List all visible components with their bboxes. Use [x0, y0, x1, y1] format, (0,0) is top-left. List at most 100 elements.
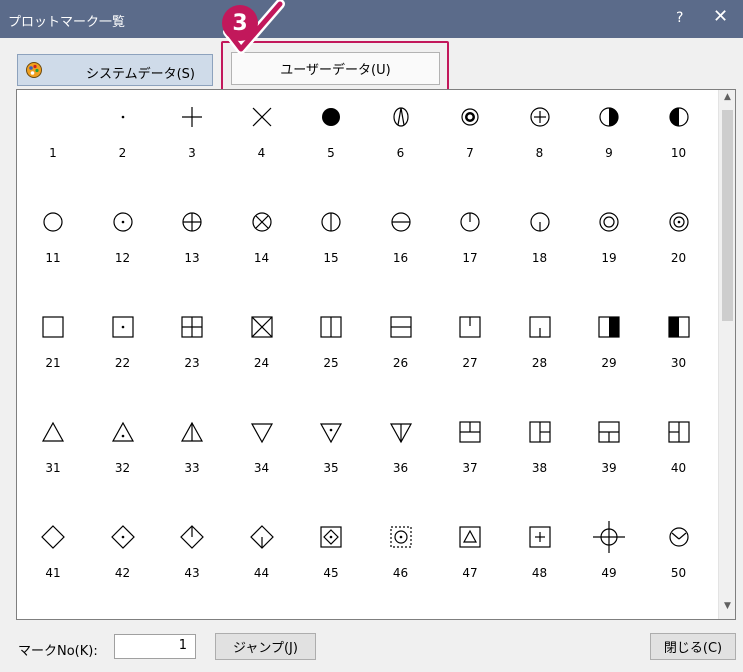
mark-no-input[interactable]: 1 — [114, 634, 196, 659]
close-window-button[interactable]: ✕ — [713, 7, 728, 27]
mark-cell-16[interactable]: 16 — [366, 195, 436, 295]
mark-number: 33 — [184, 461, 200, 475]
mark-cell-30[interactable]: 30 — [644, 300, 714, 400]
plot-mark-icon — [43, 212, 63, 232]
mark-cell-11[interactable]: 11 — [18, 195, 88, 295]
close-button[interactable]: 閉じる(C) — [650, 633, 736, 660]
mark-cell-9[interactable]: 9 — [574, 90, 644, 190]
plot-mark-icon — [181, 316, 203, 338]
mark-cell-21[interactable]: 21 — [18, 300, 88, 400]
mark-cell-47[interactable]: 47 — [435, 510, 505, 610]
mark-cell-1[interactable]: 1 — [18, 90, 88, 190]
plot-mark-icon — [320, 526, 342, 548]
mark-number: 36 — [392, 461, 409, 475]
mark-cell-38[interactable]: 38 — [505, 405, 575, 505]
plot-mark-icon — [598, 421, 620, 443]
window-title: プロットマーク一覧 — [8, 15, 126, 30]
mark-cell-13[interactable]: 13 — [157, 195, 227, 295]
plot-mark-icon — [598, 316, 620, 338]
tab-system-data[interactable]: システムデータ(S) — [17, 54, 213, 86]
mark-cell-2[interactable]: 2 — [88, 90, 158, 190]
plot-mark-icon — [252, 107, 271, 127]
mark-number: 1 — [49, 146, 57, 160]
mark-cell-15[interactable]: 15 — [296, 195, 366, 295]
mark-cell-17[interactable]: 17 — [435, 195, 505, 295]
jump-button[interactable]: ジャンプ(J) — [215, 633, 316, 660]
mark-cell-40[interactable]: 40 — [644, 405, 714, 505]
plot-mark-icon — [112, 212, 133, 232]
mark-cell-23[interactable]: 23 — [157, 300, 227, 400]
mark-cell-20[interactable]: 20 — [644, 195, 714, 295]
mark-cell-44[interactable]: 44 — [227, 510, 297, 610]
mark-number: 39 — [601, 461, 617, 475]
mark-cell-32[interactable]: 32 — [88, 405, 158, 505]
mark-cell-5[interactable]: 5 — [296, 90, 366, 190]
mark-number: 3 — [188, 146, 196, 160]
plot-mark-icon — [111, 421, 134, 442]
scroll-thumb[interactable] — [722, 110, 733, 321]
mark-number: 37 — [462, 461, 478, 475]
mark-cell-14[interactable]: 14 — [227, 195, 297, 295]
mark-number: 30 — [670, 356, 687, 370]
tab-user-data[interactable]: ユーザーデータ(U) — [231, 52, 440, 85]
mark-cell-39[interactable]: 39 — [574, 405, 644, 505]
mark-cell-36[interactable]: 36 — [366, 405, 436, 505]
mark-cell-3[interactable]: 3 — [157, 90, 227, 190]
mark-cell-24[interactable]: 24 — [227, 300, 297, 400]
mark-cell-34[interactable]: 34 — [227, 405, 297, 505]
mark-cell-49[interactable]: 49 — [574, 510, 644, 610]
mark-cell-7[interactable]: 7 — [435, 90, 505, 190]
mark-number: 12 — [114, 251, 131, 265]
mark-grid[interactable]: 1 2 3 4 5 6 7 8 9 10 11 12 13 14 15 16 17 18 19 20 21 22 23 24 2… — [16, 89, 736, 620]
plot-mark-icon — [459, 316, 481, 338]
mark-number: 48 — [531, 566, 548, 580]
plot-mark-icon — [392, 107, 409, 127]
tab-user-label: ユーザーデータ(U) — [280, 63, 391, 78]
scroll-down-icon[interactable]: ▼ — [719, 601, 735, 615]
mark-number: 46 — [392, 566, 409, 580]
mark-cell-35[interactable]: 35 — [296, 405, 366, 505]
mark-cell-4[interactable]: 4 — [227, 90, 297, 190]
mark-cell-10[interactable]: 10 — [644, 90, 714, 190]
mark-cell-27[interactable]: 27 — [435, 300, 505, 400]
mark-cell-8[interactable]: 8 — [505, 90, 575, 190]
mark-cell-19[interactable]: 19 — [574, 195, 644, 295]
mark-number: 16 — [392, 251, 409, 265]
mark-cell-22[interactable]: 22 — [88, 300, 158, 400]
plot-mark-icon — [667, 316, 690, 338]
mark-cell-28[interactable]: 28 — [505, 300, 575, 400]
plot-mark-icon — [389, 423, 412, 444]
mark-cell-33[interactable]: 33 — [157, 405, 227, 505]
mark-number: 9 — [605, 146, 613, 160]
mark-cell-45[interactable]: 45 — [296, 510, 366, 610]
mark-number: 20 — [670, 251, 687, 265]
plot-mark-icon — [322, 108, 340, 126]
mark-cell-37[interactable]: 37 — [435, 405, 505, 505]
mark-cell-25[interactable]: 25 — [296, 300, 366, 400]
mark-number: 29 — [601, 356, 617, 370]
help-button[interactable]: ? — [676, 10, 683, 26]
mark-cell-18[interactable]: 18 — [505, 195, 575, 295]
mark-number: 23 — [184, 356, 200, 370]
mark-number: 2 — [118, 146, 127, 160]
mark-cell-42[interactable]: 42 — [88, 510, 158, 610]
plot-mark-icon — [41, 105, 65, 129]
title-bar: プロットマーク一覧 ? ✕ — [0, 0, 743, 38]
mark-number: 49 — [601, 566, 617, 580]
scroll-up-icon[interactable]: ▲ — [719, 92, 735, 106]
mark-cell-31[interactable]: 31 — [18, 405, 88, 505]
mark-cell-29[interactable]: 29 — [574, 300, 644, 400]
mark-cell-12[interactable]: 12 — [88, 195, 158, 295]
mark-cell-26[interactable]: 26 — [366, 300, 436, 400]
mark-cell-48[interactable]: 48 — [505, 510, 575, 610]
mark-cell-46[interactable]: 46 — [366, 510, 436, 610]
mark-number: 25 — [323, 356, 339, 370]
mark-cell-43[interactable]: 43 — [157, 510, 227, 610]
vertical-scrollbar[interactable]: ▲ ▼ — [718, 90, 735, 619]
mark-cell-41[interactable]: 41 — [18, 510, 88, 610]
plot-mark-icon — [389, 316, 412, 338]
mark-number: 32 — [114, 461, 131, 475]
mark-no-label: マークNo(K): — [18, 644, 98, 659]
mark-cell-6[interactable]: 6 — [366, 90, 436, 190]
mark-cell-50[interactable]: 50 — [644, 510, 714, 610]
